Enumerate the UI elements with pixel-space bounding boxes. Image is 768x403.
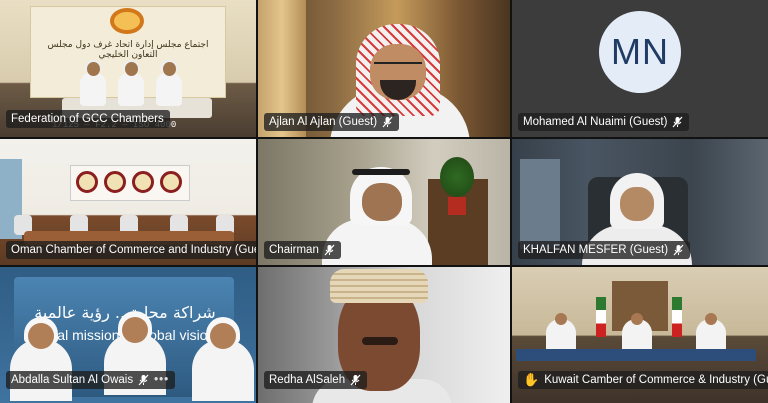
participant-name-label: Redha AlSaleh bbox=[264, 371, 368, 389]
participant-tile-abdalla[interactable]: شراكة محلية .. رؤية عالمية Local mission… bbox=[0, 267, 256, 403]
participant-tile-kuwait[interactable]: ✋ Kuwait Camber of Commerce & Industry (… bbox=[512, 267, 768, 403]
participant-name-label: Federation of GCC Chambers bbox=[6, 110, 170, 128]
participant-tile-redha[interactable]: Redha AlSaleh bbox=[258, 267, 510, 403]
participant-name-label: Mohamed Al Nuaimi (Guest) bbox=[518, 113, 690, 131]
participant-name-label: KHALFAN MESFER (Guest) bbox=[518, 241, 691, 259]
mic-muted-icon bbox=[324, 244, 335, 256]
raised-hand-icon: ✋ bbox=[523, 372, 540, 387]
mic-muted-icon bbox=[673, 244, 684, 256]
participant-figure bbox=[156, 60, 182, 106]
federation-logo bbox=[110, 8, 144, 34]
participant-name: Abdalla Sultan Al Owais bbox=[11, 374, 134, 386]
avatar: MN bbox=[599, 10, 681, 93]
participant-name: Federation of GCC Chambers bbox=[11, 113, 164, 125]
participant-tile-chairman[interactable]: Chairman bbox=[258, 139, 510, 265]
participant-name: Mohamed Al Nuaimi (Guest) bbox=[523, 116, 668, 128]
emblem bbox=[76, 171, 98, 193]
participant-name: Oman Chamber of Commerce and Industry (G… bbox=[11, 244, 256, 256]
participant-name: Chairman bbox=[269, 244, 319, 256]
participant-name: KHALFAN MESFER (Guest) bbox=[523, 244, 669, 256]
participant-name-label: Abdalla Sultan Al Owais ••• bbox=[6, 371, 176, 389]
more-options-button[interactable]: ••• bbox=[154, 372, 169, 388]
banner-text: اجتماع مجلس إدارة اتحاد غرف دول مجلس الت… bbox=[47, 40, 209, 60]
participant-tile-mohamed[interactable]: MN Mohamed Al Nuaimi (Guest) bbox=[512, 0, 768, 137]
participant-name-label: Chairman bbox=[264, 241, 341, 259]
participant-tile-ajlan[interactable]: Ajlan Al Ajlan (Guest) bbox=[258, 0, 510, 137]
emblem bbox=[132, 171, 154, 193]
mic-muted-icon bbox=[350, 374, 361, 386]
video-gallery-grid: اجتماع مجلس إدارة اتحاد غرف دول مجلس الت… bbox=[0, 0, 768, 403]
participant-name-label: Ajlan Al Ajlan (Guest) bbox=[264, 113, 400, 131]
participant-tile-oman[interactable]: Oman Chamber of Commerce and Industry (G… bbox=[0, 139, 256, 265]
participant-name-label: ✋ Kuwait Camber of Commerce & Industry (… bbox=[518, 371, 768, 389]
participant-name: Redha AlSaleh bbox=[269, 374, 346, 386]
participant-name-label: Oman Chamber of Commerce and Industry (G… bbox=[6, 241, 256, 259]
participant-tile-khalfan[interactable]: KHALFAN MESFER (Guest) bbox=[512, 139, 768, 265]
mic-muted-icon bbox=[138, 374, 149, 386]
participant-figure bbox=[80, 60, 106, 106]
emblem bbox=[160, 171, 182, 193]
avatar-initials: MN bbox=[611, 30, 669, 72]
emblem bbox=[104, 171, 126, 193]
mic-muted-icon bbox=[382, 116, 393, 128]
participant-name: Ajlan Al Ajlan (Guest) bbox=[269, 116, 378, 128]
participant-name: Kuwait Camber of Commerce & Industry (Gu… bbox=[544, 374, 768, 386]
mic-muted-icon bbox=[672, 116, 683, 128]
participant-figure bbox=[118, 60, 144, 106]
participant-tile-federation[interactable]: اجتماع مجلس إدارة اتحاد غرف دول مجلس الت… bbox=[0, 0, 256, 137]
